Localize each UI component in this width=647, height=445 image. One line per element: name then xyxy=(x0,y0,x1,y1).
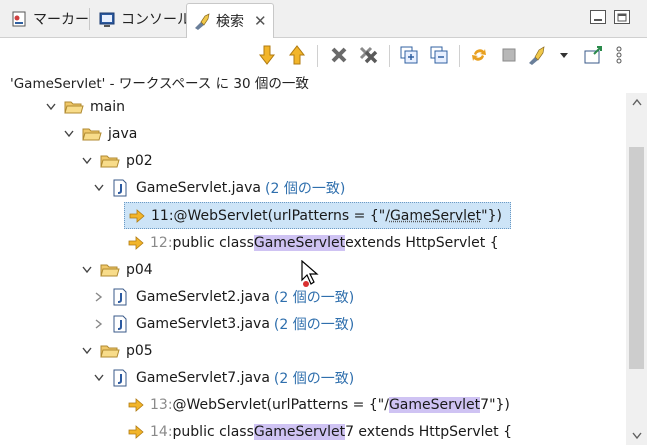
file-name: GameServlet2.java xyxy=(136,288,270,305)
tab-label: マーカー xyxy=(33,12,89,28)
refresh-search-icon[interactable] xyxy=(468,44,490,66)
mouse-cursor-icon xyxy=(300,259,322,290)
file-name: GameServlet.java xyxy=(136,179,261,196)
tree-node-p02[interactable]: p02 xyxy=(80,147,153,174)
vertical-scrollbar[interactable] xyxy=(626,93,647,445)
minimize-button[interactable] xyxy=(590,10,606,24)
tree-label: p02 xyxy=(126,152,153,169)
match-count: (2 個の一致) xyxy=(273,316,355,333)
tree-node-p04[interactable]: p04 xyxy=(80,256,153,283)
match-text-pre: public class xyxy=(172,423,254,440)
line-number: 13: xyxy=(150,396,173,413)
scroll-down-icon[interactable] xyxy=(626,427,647,445)
remove-all-icon[interactable] xyxy=(358,44,380,66)
previous-match-icon[interactable] xyxy=(286,44,308,66)
chevron-right-icon[interactable] xyxy=(92,317,106,331)
open-folder-icon xyxy=(64,99,84,115)
match-text-hit: GameServlet xyxy=(388,396,481,413)
line-number: 14: xyxy=(150,423,173,440)
match-arrow-icon xyxy=(128,235,144,250)
maximize-button[interactable] xyxy=(614,10,630,24)
match-arrow-icon xyxy=(128,424,144,439)
search-match-row[interactable]: 14: public class GameServlet 7 extends H… xyxy=(128,418,512,445)
tree-label: p05 xyxy=(126,342,153,359)
chevron-down-icon[interactable] xyxy=(80,263,94,277)
tab-markers[interactable]: マーカー xyxy=(4,4,95,34)
java-file-icon xyxy=(112,288,128,306)
chevron-down-icon[interactable] xyxy=(44,100,58,114)
search-history-dropdown[interactable] xyxy=(557,44,571,66)
pin-view-icon[interactable] xyxy=(582,44,604,66)
console-icon xyxy=(98,10,116,28)
scroll-up-icon[interactable] xyxy=(626,93,647,111)
tab-search[interactable]: 検索 ✕ xyxy=(186,3,274,38)
file-name: GameServlet7.java xyxy=(136,369,270,386)
search-match-row[interactable]: 13: @WebServlet(urlPatterns = {"/ GameSe… xyxy=(128,391,510,418)
search-history-icon[interactable] xyxy=(527,44,549,66)
match-text-pre: @WebServlet(urlPatterns = {"/ xyxy=(172,396,389,413)
expand-all-icon[interactable] xyxy=(398,44,420,66)
chevron-down-icon[interactable] xyxy=(80,344,94,358)
chevron-right-icon[interactable] xyxy=(92,290,106,304)
match-text-hit: GameServlet xyxy=(253,234,346,251)
chevron-down-icon[interactable] xyxy=(62,127,76,141)
match-text-hit: GameServlet xyxy=(389,207,482,224)
scrollbar-thumb[interactable] xyxy=(629,147,644,369)
match-count: (2 個の一致) xyxy=(273,370,355,387)
next-match-icon[interactable] xyxy=(256,44,278,66)
remove-selected-icon[interactable] xyxy=(328,44,350,66)
tree-node-file[interactable]: GameServlet3.java (2 個の一致) xyxy=(92,310,354,337)
match-arrow-icon xyxy=(129,208,145,223)
match-text-post: extends HttpServlet { xyxy=(345,234,499,251)
java-file-icon xyxy=(112,179,128,197)
chevron-down-icon[interactable] xyxy=(92,181,106,195)
java-file-icon xyxy=(112,369,128,387)
tree-node-file[interactable]: GameServlet7.java (2 個の一致) xyxy=(92,364,354,391)
close-icon[interactable]: ✕ xyxy=(254,12,267,30)
match-text-post: 7 extends HttpServlet { xyxy=(345,423,512,440)
tree-label: main xyxy=(90,98,125,115)
view-tab-bar: マーカー コンソール 検索 ✕ xyxy=(0,0,647,38)
tree-node-java[interactable]: java xyxy=(62,120,137,147)
search-flashlight-icon xyxy=(193,12,211,30)
tab-console[interactable]: コンソール xyxy=(92,4,197,34)
view-menu-icon[interactable] xyxy=(612,44,626,66)
tree-label: p04 xyxy=(126,261,153,278)
search-match-row[interactable]: 11: @WebServlet(urlPatterns = {"/ GameSe… xyxy=(124,202,511,229)
tree-node-p05[interactable]: p05 xyxy=(80,337,153,364)
match-text-post: 7"}) xyxy=(480,396,510,413)
cancel-search-icon[interactable] xyxy=(498,44,520,66)
open-folder-icon xyxy=(100,262,120,278)
open-folder-icon xyxy=(100,343,120,359)
open-folder-icon xyxy=(100,153,120,169)
search-result-summary: 'GameServlet' - ワークスペース に 30 個の一致 xyxy=(10,76,309,92)
chevron-down-icon[interactable] xyxy=(92,371,106,385)
line-number: 11: xyxy=(151,207,174,224)
tab-label: 検索 xyxy=(216,14,244,30)
java-file-icon xyxy=(112,315,128,333)
match-text-pre: @WebServlet(urlPatterns = {"/ xyxy=(173,207,390,224)
match-arrow-icon xyxy=(128,397,144,412)
collapse-all-icon[interactable] xyxy=(428,44,450,66)
file-name: GameServlet3.java xyxy=(136,315,270,332)
tree-node-file[interactable]: GameServlet.java (2 個の一致) xyxy=(92,174,345,201)
open-folder-icon xyxy=(82,126,102,142)
markers-icon xyxy=(10,10,28,28)
tree-node-main[interactable]: main xyxy=(44,93,125,120)
match-text-post: "}) xyxy=(481,207,502,224)
tree-label: java xyxy=(108,125,138,142)
chevron-down-icon[interactable] xyxy=(80,154,94,168)
search-view-toolbar xyxy=(0,39,647,71)
tab-label: コンソール xyxy=(121,12,191,28)
search-match-row[interactable]: 12: public class GameServlet extends Htt… xyxy=(128,229,499,256)
line-number: 12: xyxy=(150,234,173,251)
match-text-pre: public class xyxy=(172,234,254,251)
match-text-hit: GameServlet xyxy=(253,423,346,440)
match-count: (2 個の一致) xyxy=(265,180,346,197)
